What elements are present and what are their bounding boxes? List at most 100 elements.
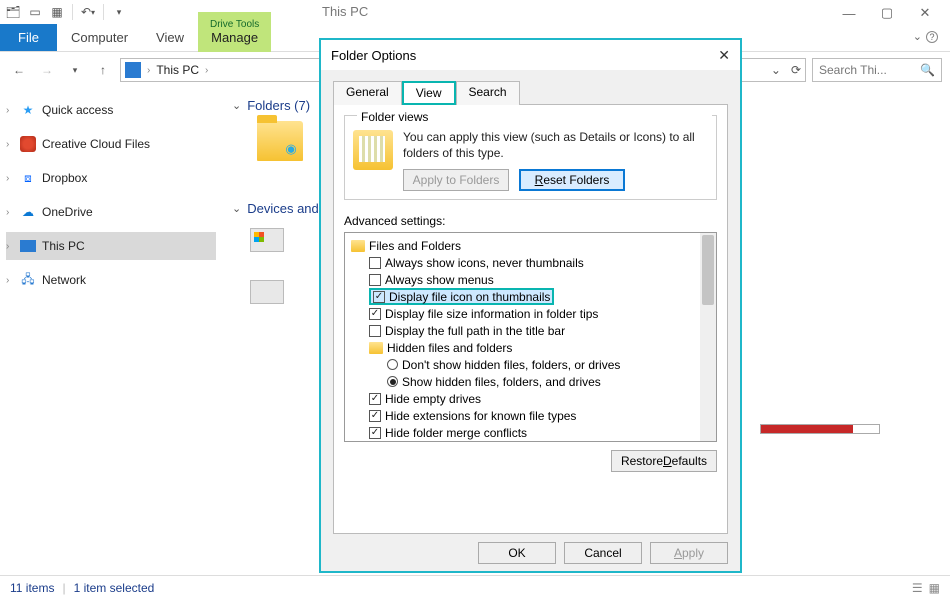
expand-icon[interactable]: › <box>6 241 9 252</box>
folders-heading-label: Folders (7) <box>247 98 310 113</box>
address-dropdown-icon[interactable]: ⌄ <box>771 63 781 77</box>
tree-checkbox-option[interactable]: ✓Hide extensions for known file types <box>351 407 712 424</box>
tree-radio-option[interactable]: Show hidden files, folders, and drives <box>351 373 712 390</box>
tree-root-files-and-folders: Files and Folders <box>351 237 712 254</box>
cancel-button[interactable]: Cancel <box>564 542 642 564</box>
sidebar-item-this-pc[interactable]: ›This PC <box>6 232 216 260</box>
collapse-icon[interactable]: ⌄ <box>232 99 241 112</box>
checkbox-icon[interactable] <box>369 325 381 337</box>
dialog-tab-view[interactable]: View <box>402 81 456 105</box>
dialog-body: Folder views You can apply this view (su… <box>333 104 728 534</box>
checkbox-icon[interactable]: ✓ <box>369 410 381 422</box>
apply-button[interactable]: Apply <box>650 542 728 564</box>
window-controls: — ▢ ✕ <box>830 0 944 26</box>
back-button[interactable]: ← <box>8 59 30 81</box>
folder-icon <box>351 240 365 252</box>
tab-view[interactable]: View <box>142 24 198 51</box>
sidebar-item-quick-access[interactable]: ›★Quick access <box>6 96 216 124</box>
tree-checkbox-option[interactable]: Always show icons, never thumbnails <box>351 254 712 271</box>
dialog-buttons: OK Cancel Apply <box>321 542 740 572</box>
folder-views-legend: Folder views <box>357 110 712 124</box>
sidebar-item-dropbox[interactable]: ›⧈Dropbox <box>6 164 216 192</box>
close-button[interactable]: ✕ <box>906 0 944 26</box>
checkbox-icon[interactable]: ✓ <box>369 308 381 320</box>
folder-options-dialog: Folder Options ✕ General View Search Fol… <box>319 38 742 573</box>
dialog-tab-general[interactable]: General <box>333 81 402 105</box>
search-input[interactable]: Search Thi... 🔍 <box>812 58 942 82</box>
star-icon: ★ <box>20 102 36 118</box>
advanced-settings-label: Advanced settings: <box>344 214 717 228</box>
thumbnails-view-icon[interactable]: ▦ <box>929 581 940 595</box>
scrollbar-thumb[interactable] <box>702 235 714 305</box>
tree-checkbox-option[interactable]: ✓Hide empty drives <box>351 390 712 407</box>
checkbox-icon[interactable]: ✓ <box>369 427 381 439</box>
advanced-settings-tree[interactable]: Files and FoldersAlways show icons, neve… <box>344 232 717 442</box>
checkbox-icon[interactable]: ✓ <box>369 393 381 405</box>
forward-button[interactable]: → <box>36 59 58 81</box>
network-icon: 🖧 <box>20 272 36 288</box>
breadcrumb-chevron[interactable]: › <box>205 65 208 76</box>
new-folder-icon[interactable]: ▦ <box>48 3 66 21</box>
minimize-button[interactable]: — <box>830 0 868 26</box>
tree-checkbox-option[interactable]: ✓Display file size information in folder… <box>351 305 712 322</box>
folder-views-fieldset: Folder views You can apply this view (su… <box>344 115 717 200</box>
customize-qat-icon[interactable]: ▾ <box>110 3 128 21</box>
reset-folders-button[interactable]: Reset Folders <box>519 169 625 191</box>
restore-defaults-button[interactable]: Restore Defaults <box>611 450 717 472</box>
expand-icon[interactable]: › <box>6 139 9 150</box>
checkbox-icon[interactable]: ✓ <box>373 291 385 303</box>
tree-checkbox-option-highlighted[interactable]: ✓Display file icon on thumbnails <box>351 288 712 305</box>
details-view-icon[interactable]: ☰ <box>912 581 923 595</box>
separator <box>103 4 104 20</box>
ok-button[interactable]: OK <box>478 542 556 564</box>
expand-icon[interactable]: › <box>6 105 9 116</box>
explorer-icon: 🗂 <box>4 3 22 21</box>
contextual-tab: Manage <box>211 30 258 45</box>
window-title: This PC <box>310 4 368 19</box>
sidebar-item-label: OneDrive <box>42 205 93 219</box>
expand-icon[interactable]: › <box>6 207 9 218</box>
tree-checkbox-option[interactable]: Always show menus <box>351 271 712 288</box>
recent-locations-dropdown[interactable]: ▾ <box>64 59 86 81</box>
sidebar-item-onedrive[interactable]: ›☁OneDrive <box>6 198 216 226</box>
expand-icon[interactable]: › <box>6 275 9 286</box>
sidebar-item-creative-cloud[interactable]: › Creative Cloud Files <box>6 130 216 158</box>
drive-usage-bar <box>760 422 880 434</box>
maximize-button[interactable]: ▢ <box>868 0 906 26</box>
apply-to-folders-button[interactable]: Apply to Folders <box>403 169 509 191</box>
breadcrumb-chevron[interactable]: › <box>147 65 150 76</box>
tab-computer[interactable]: Computer <box>57 24 142 51</box>
tree-checkbox-option[interactable]: ✓Hide folder merge conflicts <box>351 424 712 441</box>
dropbox-icon: ⧈ <box>20 170 36 186</box>
file-tab[interactable]: File <box>0 24 57 51</box>
radio-icon[interactable] <box>387 376 398 387</box>
scrollbar[interactable] <box>700 233 716 441</box>
undo-icon[interactable]: ↶▾ <box>79 3 97 21</box>
this-pc-icon <box>20 238 36 254</box>
folder-icon <box>369 342 383 354</box>
ribbon-expand-toggle[interactable]: ⌄ ? <box>913 30 938 43</box>
dialog-close-button[interactable]: ✕ <box>718 47 730 64</box>
collapse-icon[interactable]: ⌄ <box>232 202 241 215</box>
expand-icon[interactable]: › <box>6 173 9 184</box>
sidebar-item-label: Creative Cloud Files <box>42 137 150 151</box>
dialog-title-label: Folder Options <box>331 48 416 63</box>
folder-3d-objects[interactable]: ◉ <box>250 121 310 161</box>
dialog-tab-search[interactable]: Search <box>456 81 520 105</box>
tree-folder-hidden-files[interactable]: Hidden files and folders <box>351 339 712 356</box>
radio-icon[interactable] <box>387 359 398 370</box>
breadcrumb-this-pc[interactable]: This PC <box>156 63 199 77</box>
checkbox-icon[interactable] <box>369 274 381 286</box>
refresh-icon[interactable]: ⟳ <box>791 63 801 77</box>
drive-icon <box>250 228 284 252</box>
properties-icon[interactable]: ▭ <box>26 3 44 21</box>
devices-heading-label: Devices and <box>247 201 319 216</box>
checkbox-icon[interactable] <box>369 257 381 269</box>
tree-radio-option[interactable]: Don't show hidden files, folders, or dri… <box>351 356 712 373</box>
contextual-tab-drive-tools[interactable]: Drive Tools Manage <box>198 12 271 52</box>
dialog-titlebar[interactable]: Folder Options ✕ <box>321 40 740 70</box>
up-button[interactable]: ↑ <box>92 59 114 81</box>
search-icon: 🔍 <box>920 63 935 77</box>
tree-checkbox-option[interactable]: Display the full path in the title bar <box>351 322 712 339</box>
sidebar-item-network[interactable]: ›🖧Network <box>6 266 216 294</box>
